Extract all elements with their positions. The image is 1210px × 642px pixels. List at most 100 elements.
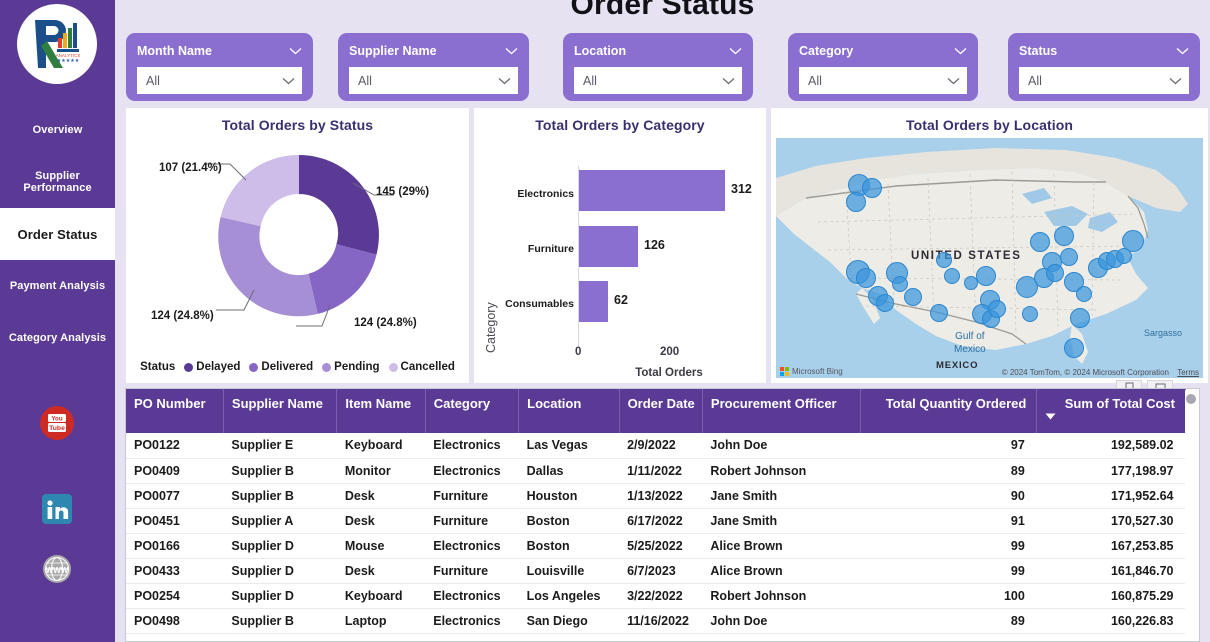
table-row[interactable]: PO0166Supplier DMouseElectronicsBoston5/… bbox=[126, 533, 1186, 558]
column-header-total-quantity-ordered[interactable]: Total Quantity Ordered bbox=[860, 389, 1037, 433]
bar-consumables[interactable] bbox=[579, 281, 608, 322]
table-cell: Supplier B bbox=[223, 608, 336, 633]
sidebar-item-supplier-performance[interactable]: Supplier Performance bbox=[0, 156, 115, 208]
map-bubble[interactable] bbox=[862, 178, 882, 198]
table-row[interactable]: PO0498Supplier BLaptopElectronicsSan Die… bbox=[126, 608, 1186, 633]
slicer-dropdown[interactable]: All bbox=[137, 67, 302, 94]
table-row[interactable]: PO0433Supplier DDeskFurnitureLouisville6… bbox=[126, 558, 1186, 583]
map-bubble[interactable] bbox=[988, 300, 1006, 318]
column-header-procurement-officer[interactable]: Procurement Officer bbox=[702, 389, 860, 433]
company-logo: ANALYTICS ★★★★★ bbox=[17, 4, 97, 84]
table-row[interactable]: PO0254Supplier DKeyboardElectronicsLos A… bbox=[126, 583, 1186, 608]
slicer-supplier-name[interactable]: Supplier Name All bbox=[338, 33, 529, 101]
column-header-label: Sum of Total Cost bbox=[1065, 396, 1175, 411]
slicer-month-name[interactable]: Month Name All bbox=[126, 33, 313, 101]
chevron-down-icon[interactable] bbox=[1169, 77, 1182, 85]
column-header-category[interactable]: Category bbox=[425, 389, 518, 433]
map-bubble[interactable] bbox=[904, 288, 922, 306]
orders-table[interactable]: PO Number Supplier Name Item Name Catego… bbox=[125, 388, 1200, 642]
legend-item-delayed[interactable]: Delayed bbox=[184, 361, 240, 373]
map-terms-link[interactable]: Terms bbox=[1177, 368, 1199, 377]
column-header-sum-of-total-cost[interactable]: Sum of Total Cost bbox=[1037, 389, 1186, 433]
column-header-supplier-name[interactable]: Supplier Name bbox=[223, 389, 336, 433]
table-scrollbar-thumb[interactable] bbox=[1186, 394, 1196, 404]
chevron-down-icon[interactable] bbox=[505, 47, 518, 55]
sidebar-item-label: Category Analysis bbox=[9, 332, 106, 344]
donut-chart-card: Total Orders by Status 145 (29%) 124 (24… bbox=[126, 108, 469, 383]
map-bubble[interactable] bbox=[1022, 306, 1038, 322]
slicer-category[interactable]: Category All bbox=[788, 33, 978, 101]
table-cell: 89 bbox=[860, 608, 1037, 633]
map-bubble[interactable] bbox=[1064, 338, 1084, 358]
sidebar-item-category-analysis[interactable]: Category Analysis bbox=[0, 312, 115, 364]
slicer-status[interactable]: Status All bbox=[1008, 33, 1200, 101]
chevron-down-icon[interactable] bbox=[722, 77, 735, 85]
slicer-dropdown[interactable]: All bbox=[349, 67, 518, 94]
bar-electronics[interactable] bbox=[579, 170, 725, 211]
map-bubble[interactable] bbox=[930, 304, 948, 322]
donut-chart[interactable] bbox=[204, 140, 394, 330]
slicer-dropdown[interactable]: All bbox=[799, 67, 967, 94]
bar-value-label: 312 bbox=[731, 182, 752, 196]
table-cell: 171,952.64 bbox=[1037, 483, 1186, 508]
map-bubble[interactable] bbox=[1076, 286, 1092, 302]
legend-item-cancelled[interactable]: Cancelled bbox=[389, 361, 455, 373]
map-bubble[interactable] bbox=[944, 268, 960, 284]
column-header-location[interactable]: Location bbox=[519, 389, 619, 433]
map-bubble[interactable] bbox=[876, 294, 894, 312]
sidebar-item-order-status[interactable]: Order Status bbox=[0, 208, 115, 260]
table-cell: Electronics bbox=[425, 533, 518, 558]
map-bubble[interactable] bbox=[1046, 264, 1064, 282]
column-header-order-date[interactable]: Order Date bbox=[619, 389, 702, 433]
table-cell: 2/9/2022 bbox=[619, 433, 702, 458]
microsoft-logo-icon bbox=[780, 367, 789, 376]
chevron-down-icon[interactable] bbox=[1176, 47, 1189, 55]
slicer-value: All bbox=[358, 74, 372, 88]
table-cell: Electronics bbox=[425, 583, 518, 608]
table-cell: Los Angeles bbox=[519, 583, 619, 608]
table-row[interactable]: PO0122Supplier EKeyboardElectronicsLas V… bbox=[126, 433, 1186, 458]
map-bubble[interactable] bbox=[936, 252, 952, 268]
legend-item-pending[interactable]: Pending bbox=[322, 361, 379, 373]
table-row[interactable]: PO0077Supplier BDeskFurnitureHouston1/13… bbox=[126, 483, 1186, 508]
slicer-dropdown[interactable]: All bbox=[1019, 67, 1189, 94]
column-header-po-number[interactable]: PO Number bbox=[126, 389, 223, 433]
map-visual[interactable]: UNITED STATES MEXICO Gulf ofMexico Sarga… bbox=[776, 138, 1203, 378]
map-bubble[interactable] bbox=[964, 276, 978, 290]
column-header-item-name[interactable]: Item Name bbox=[337, 389, 425, 433]
table-scrollbar[interactable] bbox=[1185, 390, 1198, 642]
table-cell: 99 bbox=[860, 558, 1037, 583]
table-cell: Desk bbox=[337, 483, 425, 508]
map-bubble[interactable] bbox=[1054, 226, 1074, 246]
chevron-down-icon[interactable] bbox=[282, 77, 295, 85]
donut-chart-title: Total Orders by Status bbox=[126, 108, 469, 133]
slicer-dropdown[interactable]: All bbox=[574, 67, 742, 94]
table-row[interactable]: PO0409Supplier BMonitorElectronicsDallas… bbox=[126, 458, 1186, 483]
website-icon[interactable]: WWW bbox=[38, 550, 76, 588]
legend-swatch-icon bbox=[249, 363, 258, 372]
map-bubble[interactable] bbox=[976, 266, 996, 286]
map-bubble[interactable] bbox=[846, 192, 866, 212]
map-bubble[interactable] bbox=[1122, 230, 1144, 252]
slicer-header: Category bbox=[799, 40, 967, 62]
chevron-down-icon[interactable] bbox=[729, 47, 742, 55]
bar-furniture[interactable] bbox=[579, 226, 638, 267]
table-cell: 89 bbox=[860, 458, 1037, 483]
sidebar-item-overview[interactable]: Overview bbox=[0, 104, 115, 156]
sidebar-item-payment-analysis[interactable]: Payment Analysis bbox=[0, 260, 115, 312]
map-bubble[interactable] bbox=[1030, 232, 1050, 252]
chevron-down-icon[interactable] bbox=[289, 47, 302, 55]
map-bubble[interactable] bbox=[1060, 248, 1078, 266]
table-row[interactable]: PO0451Supplier ADeskFurnitureBoston6/17/… bbox=[126, 508, 1186, 533]
chevron-down-icon[interactable] bbox=[947, 77, 960, 85]
chevron-down-icon[interactable] bbox=[498, 77, 511, 85]
chevron-down-icon[interactable] bbox=[954, 47, 967, 55]
linkedin-icon[interactable] bbox=[38, 490, 76, 528]
map-bubble[interactable] bbox=[856, 268, 876, 288]
slicer-location[interactable]: Location All bbox=[563, 33, 753, 101]
youtube-icon[interactable]: You Tube bbox=[38, 404, 76, 442]
slicer-value: All bbox=[583, 74, 597, 88]
legend-item-delivered[interactable]: Delivered bbox=[249, 361, 313, 373]
map-bubble[interactable] bbox=[892, 276, 908, 292]
map-bubble[interactable] bbox=[1070, 308, 1090, 328]
